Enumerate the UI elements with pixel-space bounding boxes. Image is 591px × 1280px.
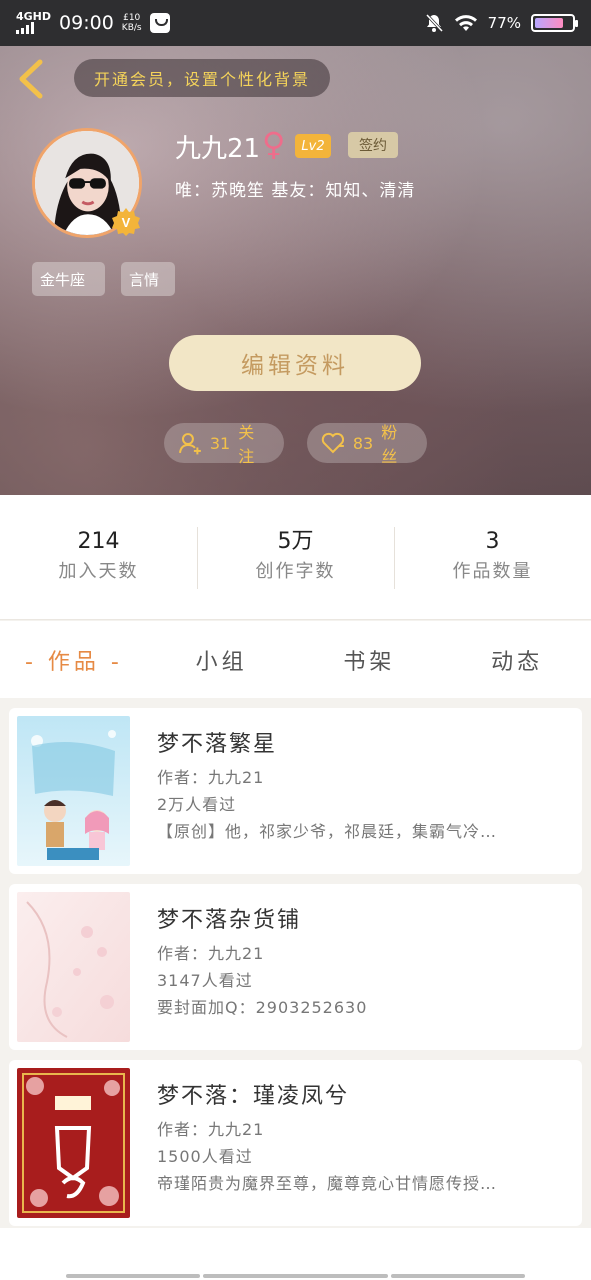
network-speed: £10 KB/s <box>122 13 142 33</box>
network-speed-value: £10 <box>123 13 141 23</box>
list-item[interactable]: 梦不落繁星 作者：九九21 2万人看过 【原创】他，祁家少爷，祁晨廷，集霸气冷… <box>9 708 582 874</box>
stat-label: 创作字数 <box>255 561 336 582</box>
tag-genre: 言情 <box>121 262 175 296</box>
stat-value: 5万 <box>277 529 314 554</box>
work-description: 要封面加Q：2903252630 <box>157 998 368 1017</box>
clock: 09:00 <box>59 12 114 34</box>
battery-icon <box>531 14 578 32</box>
stat-days: 214 加入天数 <box>0 527 197 587</box>
user-follow-icon <box>179 433 201 455</box>
work-views: 1500人看过 <box>157 1147 253 1166</box>
svg-text:V: V <box>122 215 131 230</box>
nav-indicator-center[interactable] <box>203 1274 388 1278</box>
fans-count: 83 <box>352 433 374 453</box>
work-title: 梦不落：瑾凌凤兮 <box>157 1084 350 1109</box>
network-speed-unit: KB/s <box>121 23 142 33</box>
stat-works: 3 作品数量 <box>394 527 591 589</box>
nav-indicator-left <box>66 1274 200 1278</box>
work-description: 帝瑾陌贵为魔界至尊，魔尊竟心甘情愿传授… <box>157 1174 498 1193</box>
following-label: 关注 <box>238 423 255 466</box>
book-cover <box>17 892 130 1042</box>
tab-activity[interactable]: 动态 <box>443 644 591 676</box>
following-count: 31 <box>209 433 231 453</box>
following-button[interactable]: 31 关注 <box>164 423 284 466</box>
stat-value: 214 <box>77 529 120 554</box>
signal-bars-icon <box>16 22 34 34</box>
wifi-icon <box>454 15 477 31</box>
works-list: 梦不落繁星 作者：九九21 2万人看过 【原创】他，祁家少爷，祁晨廷，集霸气冷… <box>0 698 591 1228</box>
fans-button[interactable]: 83 粉丝 <box>307 423 427 466</box>
tab-bookshelf[interactable]: 书架 <box>296 644 444 676</box>
work-views: 3147人看过 <box>157 971 253 990</box>
stats-bar: 214 加入天数 5万 创作字数 3 作品数量 <box>0 495 591 620</box>
profile-header: 4GHD 09:00 £10 KB/s 77% 开通会员，设置个性化背景 V 九… <box>0 0 591 495</box>
mute-bell-icon <box>425 13 443 33</box>
work-author: 作者：九九21 <box>157 944 265 963</box>
work-title: 梦不落杂货铺 <box>157 908 302 933</box>
profile-bio: 唯：苏晚笙 基友：知知、清清 <box>175 181 416 201</box>
stat-label: 加入天数 <box>58 561 139 582</box>
list-item[interactable]: 梦不落：瑾凌凤兮 作者：九九21 1500人看过 帝瑾陌贵为魔界至尊，魔尊竟心甘… <box>9 1060 582 1226</box>
verified-badge-icon: V <box>112 208 140 236</box>
work-author: 作者：九九21 <box>157 1120 265 1139</box>
stat-value: 3 <box>485 529 500 554</box>
signal-indicator: 4GHD <box>16 10 52 34</box>
battery-percent: 77% <box>487 14 521 32</box>
level-badge: Lv2 <box>295 134 331 158</box>
username: 九九21 <box>175 134 261 164</box>
app-notification-icon <box>149 13 170 33</box>
book-cover <box>17 716 130 866</box>
status-bar: 4GHD 09:00 £10 KB/s 77% <box>0 0 591 46</box>
nav-indicator-right <box>391 1274 525 1278</box>
heart-icon <box>321 432 345 454</box>
bottom-area <box>0 1228 591 1280</box>
fans-label: 粉丝 <box>381 423 398 466</box>
network-label: 4GHD <box>16 10 52 23</box>
work-description: 【原创】他，祁家少爷，祁晨廷，集霸气冷… <box>157 822 498 841</box>
tab-works[interactable]: - 作品 - <box>0 644 148 676</box>
back-arrow-icon[interactable] <box>14 58 48 100</box>
profile-tabs: - 作品 - 小组 书架 动态 <box>0 621 591 698</box>
stat-words: 5万 创作字数 <box>197 527 394 589</box>
tab-groups[interactable]: 小组 <box>148 644 296 676</box>
signed-author-badge: 签约 <box>348 132 398 158</box>
list-item[interactable]: 梦不落杂货铺 作者：九九21 3147人看过 要封面加Q：2903252630 <box>9 884 582 1050</box>
work-author: 作者：九九21 <box>157 768 265 787</box>
tag-zodiac: 金牛座 <box>32 262 105 296</box>
female-gender-icon: ♀ <box>262 125 286 163</box>
vip-background-banner[interactable]: 开通会员，设置个性化背景 <box>74 59 330 97</box>
book-cover <box>17 1068 130 1218</box>
work-title: 梦不落繁星 <box>157 732 278 757</box>
stat-label: 作品数量 <box>452 561 533 582</box>
edit-profile-button[interactable]: 编辑资料 <box>169 335 421 391</box>
work-views: 2万人看过 <box>157 795 237 814</box>
